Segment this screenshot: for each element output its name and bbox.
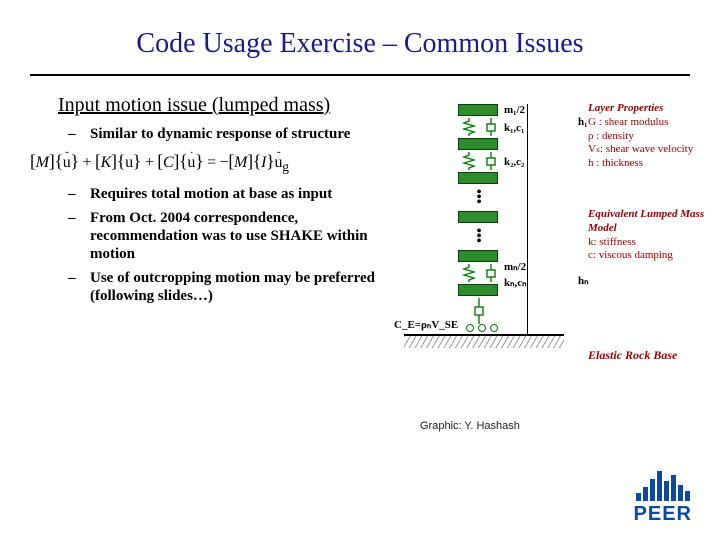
roller-icon — [478, 324, 486, 332]
spring-icon — [462, 118, 476, 136]
kc-label: k₂,c₂ — [504, 156, 524, 168]
bullet-item: Requires total motion at base as input — [86, 185, 378, 203]
bullet-item: From Oct. 2004 correspondence, recommend… — [86, 209, 378, 263]
damper-icon — [484, 264, 498, 282]
peer-logo: PEER — [634, 469, 692, 526]
layer-props-header: Layer Properties — [588, 102, 693, 116]
h-label: h₁ — [578, 116, 587, 128]
lumped-prop-line: c: viscous damping — [588, 249, 706, 263]
lumped-model-props: Equivalent Lumped Mass Model k: stiffnes… — [588, 208, 706, 263]
roller-icon — [490, 324, 498, 332]
rollers — [466, 324, 498, 332]
equation: [M]{u} + [K]{u} + [C]{u} = −[M]{I}ug — [30, 151, 378, 175]
ellipsis-dots: ••• — [474, 229, 484, 244]
ground — [396, 334, 572, 364]
layer-prop-line: ρ : density — [588, 130, 693, 144]
mass-block — [458, 172, 498, 184]
content-row: Input motion issue (lumped mass) Similar… — [0, 76, 720, 378]
damper-icon — [472, 298, 486, 316]
ellipsis-dots: ••• — [474, 190, 484, 205]
lumped-prop-line: k: stiffness — [588, 236, 706, 250]
spring-icon — [462, 264, 476, 282]
left-column: Input motion issue (lumped mass) Similar… — [58, 94, 378, 378]
bullet-item: Similar to dynamic response of structure — [86, 125, 378, 143]
slide-title: Code Usage Exercise – Common Issues — [0, 0, 720, 70]
layer-prop-line: h : thickness — [588, 157, 693, 171]
kc-label: k₁,c₁ — [504, 122, 524, 134]
layer-prop-line: G : shear modulus — [588, 116, 693, 130]
h-label: hₙ — [578, 274, 589, 287]
mass-block — [458, 211, 498, 223]
damper-icon — [484, 152, 498, 170]
logo-bars-icon — [634, 469, 692, 501]
spring-icon — [462, 152, 476, 170]
mass-block — [458, 138, 498, 150]
kc-label: kₙ,cₙ — [504, 276, 527, 289]
layer-properties: Layer Properties G : shear modulus ρ : d… — [588, 102, 693, 171]
bullet-list-2: Requires total motion at base as input F… — [58, 185, 378, 305]
bullet-item: Use of outcropping motion may be preferr… — [86, 269, 378, 305]
right-column: m₁/2 k₁,c₁ h₁ k₂,c₂ ••• ••• mₙ/2 — [396, 94, 706, 378]
damper-icon — [484, 118, 498, 136]
bullet-list: Similar to dynamic response of structure — [58, 125, 378, 143]
mass-label: m₁/2 — [504, 104, 525, 116]
logo-text: PEER — [634, 503, 692, 526]
roller-icon — [466, 324, 474, 332]
lumped-props-header: Equivalent Lumped Mass Model — [588, 208, 706, 236]
mass-block — [458, 284, 498, 296]
ce-label: C_E=ρₙV_SE — [394, 318, 458, 331]
base-damper — [456, 296, 524, 326]
mass-block — [458, 104, 498, 116]
mass-block — [458, 250, 498, 262]
ground-hatch — [404, 336, 564, 348]
layer-prop-line: Vₛ: shear wave velocity — [588, 143, 693, 157]
lumped-mass-diagram: m₁/2 k₁,c₁ h₁ k₂,c₂ ••• ••• mₙ/2 — [396, 98, 706, 378]
graphic-credit: Graphic: Y. Hashash — [420, 420, 520, 432]
height-axis — [527, 104, 528, 334]
elastic-rock-base-label: Elastic Rock Base — [588, 348, 677, 363]
section-subhead: Input motion issue (lumped mass) — [58, 94, 378, 117]
mass-stack: m₁/2 k₁,c₁ h₁ k₂,c₂ ••• ••• mₙ/2 — [432, 104, 524, 326]
